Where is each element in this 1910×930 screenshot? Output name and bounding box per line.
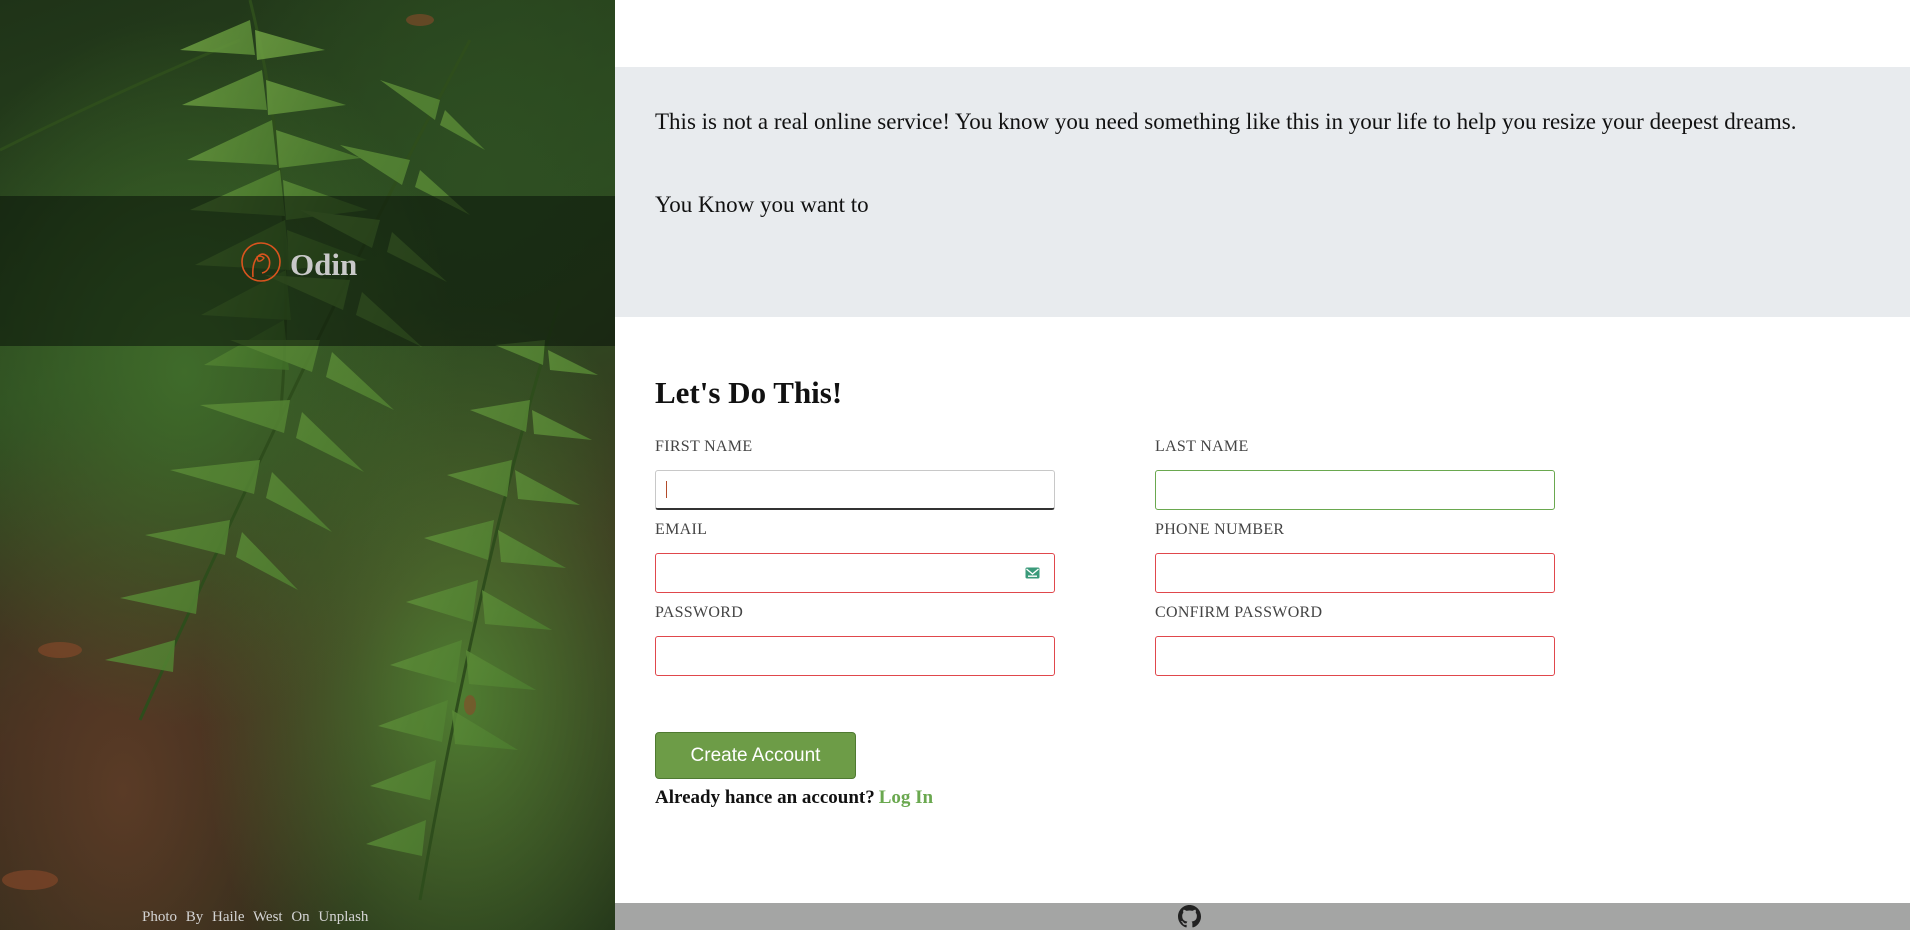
confirm-password-box xyxy=(1155,636,1555,676)
email-label: EMAIL xyxy=(655,521,708,538)
email-input[interactable] xyxy=(656,554,1054,592)
last-name-input[interactable] xyxy=(1156,471,1554,509)
phone-box xyxy=(1155,553,1555,593)
intro-tagline: You Know you want to xyxy=(655,192,869,217)
email-field: EMAIL xyxy=(655,520,1055,593)
logo-text: Odin xyxy=(290,247,358,282)
password-label: PASSWORD xyxy=(655,604,744,621)
password-box xyxy=(655,636,1055,676)
github-icon[interactable] xyxy=(1178,905,1201,928)
footer xyxy=(615,903,1910,930)
hero-photo-panel: Odin Photo By Haile West On Unplash xyxy=(0,0,615,930)
fern-background-image xyxy=(0,0,598,901)
first-name-box xyxy=(655,470,1055,510)
last-name-label: LAST NAME xyxy=(1155,438,1249,455)
first-name-input[interactable] xyxy=(656,471,1054,508)
login-link[interactable]: Log In xyxy=(879,787,933,808)
email-box xyxy=(655,553,1055,593)
text-caret xyxy=(666,481,667,498)
first-name-label: FIRST NAME xyxy=(655,438,753,455)
create-account-button[interactable]: Create Account xyxy=(655,732,856,779)
intro-section: This is not a real online service! You k… xyxy=(615,67,1910,317)
password-input[interactable] xyxy=(656,637,1054,675)
login-prompt: Already hance an account? xyxy=(655,787,875,808)
odin-logo-icon xyxy=(241,242,281,282)
login-prompt-line: Already hance an account? Log In xyxy=(655,787,933,809)
confirm-password-label: CONFIRM PASSWORD xyxy=(1155,604,1323,621)
last-name-box xyxy=(1155,470,1555,510)
confirm-password-input[interactable] xyxy=(1156,637,1554,675)
form-title: Let's Do This! xyxy=(655,375,843,410)
photo-credit: Photo By Haile West On Unplash xyxy=(142,909,369,925)
first-name-field: FIRST NAME xyxy=(655,437,1055,510)
odin-logo[interactable]: Odin xyxy=(240,241,357,283)
mail-icon[interactable] xyxy=(1025,567,1040,579)
intro-paragraph: This is not a real online service! You k… xyxy=(655,109,1797,134)
phone-input[interactable] xyxy=(1156,554,1554,592)
phone-label: PHONE NUMBER xyxy=(1155,521,1285,538)
last-name-field: LAST NAME xyxy=(1155,437,1555,510)
confirm-password-field: CONFIRM PASSWORD xyxy=(1155,603,1555,676)
phone-field: PHONE NUMBER xyxy=(1155,520,1555,593)
password-field: PASSWORD xyxy=(655,603,1055,676)
